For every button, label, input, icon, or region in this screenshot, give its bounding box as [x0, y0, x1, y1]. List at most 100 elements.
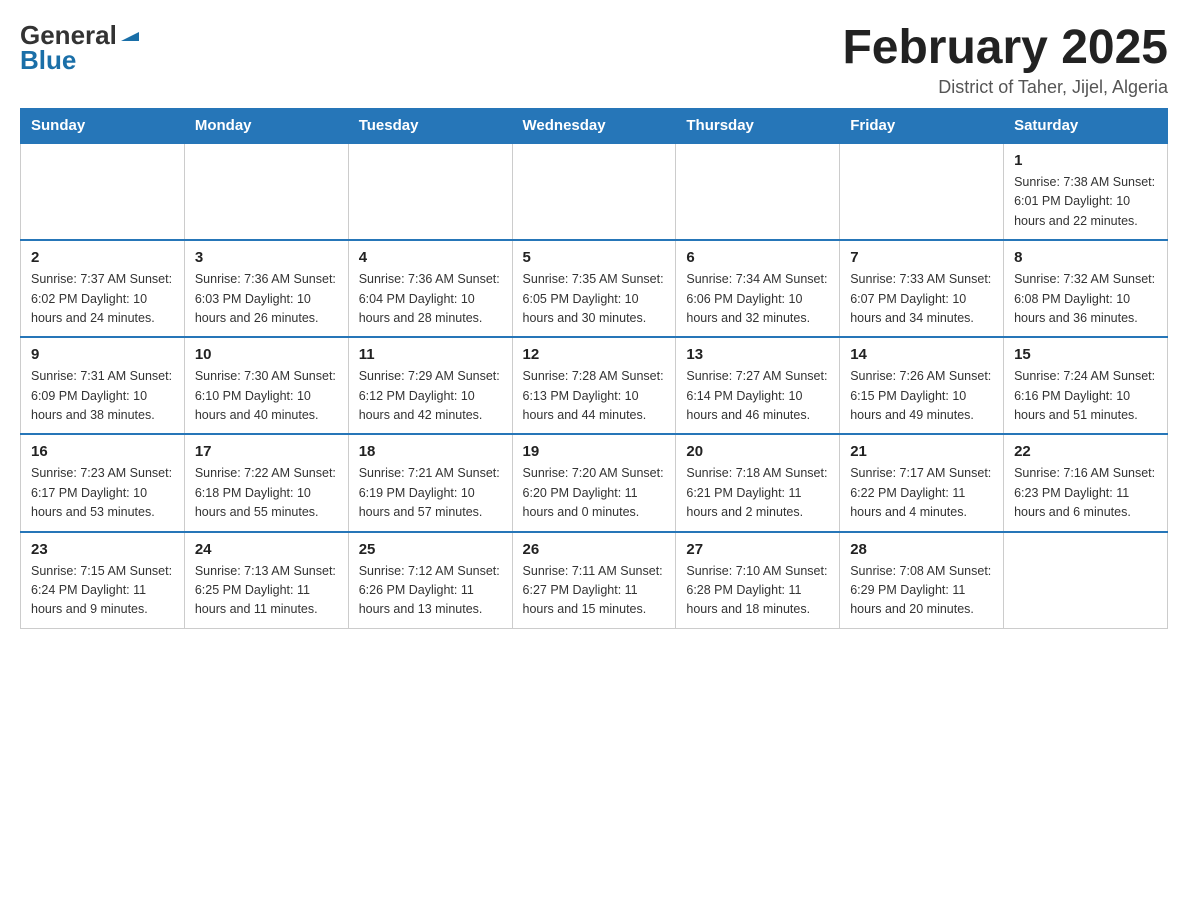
- calendar-cell: 7 Sunrise: 7:33 AM Sunset: 6:07 PM Daylig…: [840, 240, 1004, 337]
- day-info: Sunrise: 7:34 AM Sunset: 6:06 PM Dayligh…: [686, 270, 829, 328]
- calendar-cell: 21 Sunrise: 7:17 AM Sunset: 6:22 PM Dayli…: [840, 434, 1004, 531]
- day-info: Sunrise: 7:33 AM Sunset: 6:07 PM Dayligh…: [850, 270, 993, 328]
- calendar-header-sunday: Sunday: [21, 109, 185, 144]
- calendar-cell: 27 Sunrise: 7:10 AM Sunset: 6:28 PM Dayli…: [676, 532, 840, 629]
- day-info: Sunrise: 7:13 AM Sunset: 6:25 PM Dayligh…: [195, 562, 338, 620]
- day-info: Sunrise: 7:11 AM Sunset: 6:27 PM Dayligh…: [523, 562, 666, 620]
- calendar-week-row: 2 Sunrise: 7:37 AM Sunset: 6:02 PM Daylig…: [21, 240, 1168, 337]
- day-info: Sunrise: 7:22 AM Sunset: 6:18 PM Dayligh…: [195, 464, 338, 522]
- calendar-cell: 20Sunrise: 7:18 AM Sunset: 6:21 PM Dayli…: [676, 434, 840, 531]
- day-number: 6: [686, 249, 829, 266]
- day-info: Sunrise: 7:31 AM Sunset: 6:09 PM Dayligh…: [31, 367, 174, 425]
- calendar-week-row: 23 Sunrise: 7:15 AM Sunset: 6:24 PM Dayli…: [21, 532, 1168, 629]
- calendar-cell: 12 Sunrise: 7:28 AM Sunset: 6:13 PM Dayli…: [512, 337, 676, 434]
- day-number: 26: [523, 541, 666, 558]
- calendar-cell: 16 Sunrise: 7:23 AM Sunset: 6:17 PM Dayli…: [21, 434, 185, 531]
- day-number: 2: [31, 249, 174, 266]
- calendar-week-row: 16 Sunrise: 7:23 AM Sunset: 6:17 PM Dayli…: [21, 434, 1168, 531]
- calendar-cell: 1 Sunrise: 7:38 AM Sunset: 6:01 PM Daylig…: [1004, 143, 1168, 240]
- calendar-cell: 10 Sunrise: 7:30 AM Sunset: 6:10 PM Dayli…: [184, 337, 348, 434]
- day-number: 11: [359, 346, 502, 363]
- calendar-cell: [1004, 532, 1168, 629]
- day-info: Sunrise: 7:20 AM Sunset: 6:20 PM Dayligh…: [523, 464, 666, 522]
- calendar-cell: 22 Sunrise: 7:16 AM Sunset: 6:23 PM Dayli…: [1004, 434, 1168, 531]
- calendar-cell: 9 Sunrise: 7:31 AM Sunset: 6:09 PM Daylig…: [21, 337, 185, 434]
- day-number: 25: [359, 541, 502, 558]
- day-info: Sunrise: 7:32 AM Sunset: 6:08 PM Dayligh…: [1014, 270, 1157, 328]
- calendar-header-row: SundayMondayTuesdayWednesdayThursdayFrid…: [21, 109, 1168, 144]
- day-info: Sunrise: 7:12 AM Sunset: 6:26 PM Dayligh…: [359, 562, 502, 620]
- calendar-header-thursday: Thursday: [676, 109, 840, 144]
- day-number: 18: [359, 443, 502, 460]
- day-info: Sunrise: 7:23 AM Sunset: 6:17 PM Dayligh…: [31, 464, 174, 522]
- location-subtitle: District of Taher, Jijel, Algeria: [842, 77, 1168, 98]
- day-info: Sunrise: 7:24 AM Sunset: 6:16 PM Dayligh…: [1014, 367, 1157, 425]
- day-info: Sunrise: 7:28 AM Sunset: 6:13 PM Dayligh…: [523, 367, 666, 425]
- day-number: 19: [523, 443, 666, 460]
- day-info: Sunrise: 7:17 AM Sunset: 6:22 PM Dayligh…: [850, 464, 993, 522]
- day-number: 13: [686, 346, 829, 363]
- day-number: 1: [1014, 152, 1157, 169]
- day-info: Sunrise: 7:38 AM Sunset: 6:01 PM Dayligh…: [1014, 173, 1157, 231]
- logo-triangle-icon: [119, 23, 141, 45]
- day-info: Sunrise: 7:15 AM Sunset: 6:24 PM Dayligh…: [31, 562, 174, 620]
- calendar-cell: [676, 143, 840, 240]
- day-number: 16: [31, 443, 174, 460]
- calendar-header-tuesday: Tuesday: [348, 109, 512, 144]
- day-info: Sunrise: 7:37 AM Sunset: 6:02 PM Dayligh…: [31, 270, 174, 328]
- calendar-cell: 11 Sunrise: 7:29 AM Sunset: 6:12 PM Dayli…: [348, 337, 512, 434]
- day-info: Sunrise: 7:26 AM Sunset: 6:15 PM Dayligh…: [850, 367, 993, 425]
- calendar-cell: 4 Sunrise: 7:36 AM Sunset: 6:04 PM Daylig…: [348, 240, 512, 337]
- day-number: 24: [195, 541, 338, 558]
- calendar-header-monday: Monday: [184, 109, 348, 144]
- calendar-cell: [348, 143, 512, 240]
- day-number: 22: [1014, 443, 1157, 460]
- calendar-cell: [184, 143, 348, 240]
- day-number: 27: [686, 541, 829, 558]
- calendar-cell: 28Sunrise: 7:08 AM Sunset: 6:29 PM Dayli…: [840, 532, 1004, 629]
- day-number: 7: [850, 249, 993, 266]
- calendar-cell: 24 Sunrise: 7:13 AM Sunset: 6:25 PM Dayli…: [184, 532, 348, 629]
- day-number: 28: [850, 541, 993, 558]
- calendar-cell: [512, 143, 676, 240]
- page-title: February 2025: [842, 20, 1168, 75]
- day-info: Sunrise: 7:16 AM Sunset: 6:23 PM Dayligh…: [1014, 464, 1157, 522]
- day-number: 8: [1014, 249, 1157, 266]
- day-info: Sunrise: 7:35 AM Sunset: 6:05 PM Dayligh…: [523, 270, 666, 328]
- day-number: 4: [359, 249, 502, 266]
- day-info: Sunrise: 7:27 AM Sunset: 6:14 PM Dayligh…: [686, 367, 829, 425]
- calendar-cell: [21, 143, 185, 240]
- calendar-cell: [840, 143, 1004, 240]
- day-number: 23: [31, 541, 174, 558]
- title-area: February 2025 District of Taher, Jijel, …: [842, 20, 1168, 98]
- day-info: Sunrise: 7:18 AM Sunset: 6:21 PM Dayligh…: [686, 464, 829, 522]
- day-number: 10: [195, 346, 338, 363]
- calendar-cell: 2 Sunrise: 7:37 AM Sunset: 6:02 PM Daylig…: [21, 240, 185, 337]
- day-number: 5: [523, 249, 666, 266]
- calendar-cell: 14 Sunrise: 7:26 AM Sunset: 6:15 PM Dayli…: [840, 337, 1004, 434]
- day-info: Sunrise: 7:29 AM Sunset: 6:12 PM Dayligh…: [359, 367, 502, 425]
- day-number: 17: [195, 443, 338, 460]
- calendar-cell: 3Sunrise: 7:36 AM Sunset: 6:03 PM Daylig…: [184, 240, 348, 337]
- calendar-cell: 5 Sunrise: 7:35 AM Sunset: 6:05 PM Daylig…: [512, 240, 676, 337]
- calendar-cell: 15Sunrise: 7:24 AM Sunset: 6:16 PM Dayli…: [1004, 337, 1168, 434]
- calendar-cell: 8 Sunrise: 7:32 AM Sunset: 6:08 PM Daylig…: [1004, 240, 1168, 337]
- day-number: 9: [31, 346, 174, 363]
- calendar-cell: 18Sunrise: 7:21 AM Sunset: 6:19 PM Dayli…: [348, 434, 512, 531]
- calendar-header-saturday: Saturday: [1004, 109, 1168, 144]
- day-number: 12: [523, 346, 666, 363]
- calendar-table: SundayMondayTuesdayWednesdayThursdayFrid…: [20, 108, 1168, 629]
- day-number: 21: [850, 443, 993, 460]
- day-info: Sunrise: 7:36 AM Sunset: 6:04 PM Dayligh…: [359, 270, 502, 328]
- calendar-header-wednesday: Wednesday: [512, 109, 676, 144]
- header: General Blue February 2025 District of T…: [20, 20, 1168, 98]
- calendar-cell: 17 Sunrise: 7:22 AM Sunset: 6:18 PM Dayli…: [184, 434, 348, 531]
- logo: General Blue: [20, 20, 141, 76]
- calendar-cell: 23 Sunrise: 7:15 AM Sunset: 6:24 PM Dayli…: [21, 532, 185, 629]
- day-info: Sunrise: 7:30 AM Sunset: 6:10 PM Dayligh…: [195, 367, 338, 425]
- day-number: 3: [195, 249, 338, 266]
- calendar-week-row: 1 Sunrise: 7:38 AM Sunset: 6:01 PM Daylig…: [21, 143, 1168, 240]
- day-info: Sunrise: 7:10 AM Sunset: 6:28 PM Dayligh…: [686, 562, 829, 620]
- day-number: 14: [850, 346, 993, 363]
- calendar-header-friday: Friday: [840, 109, 1004, 144]
